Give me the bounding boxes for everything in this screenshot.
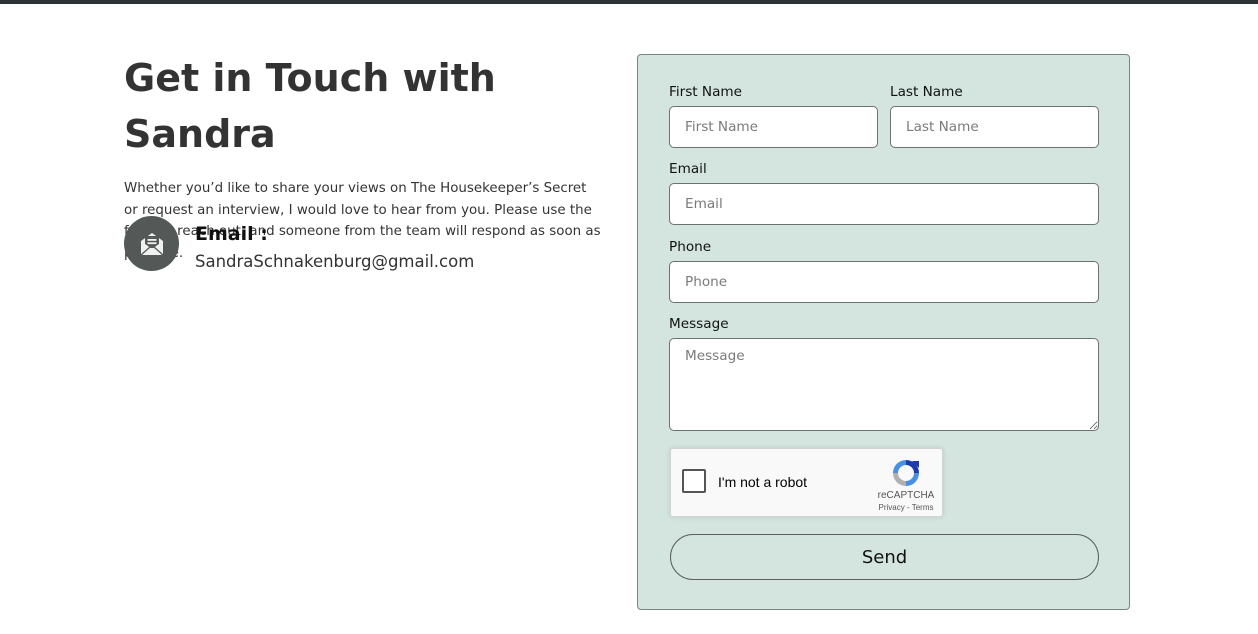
last-name-label: Last Name (890, 84, 963, 100)
send-button[interactable]: Send (670, 534, 1099, 580)
first-name-label: First Name (669, 84, 743, 100)
email-input[interactable] (669, 183, 1099, 225)
recaptcha-checkbox[interactable] (682, 469, 706, 493)
last-name-input[interactable] (890, 106, 1099, 148)
contact-form: First Name Last Name Email Phone Message… (637, 54, 1130, 610)
top-border (0, 0, 1258, 4)
page-title: Get in Touch with Sandra (124, 56, 496, 156)
email-address[interactable]: SandraSchnakenburg@gmail.com (195, 252, 474, 271)
recaptcha-text: I'm not a robot (718, 474, 808, 490)
message-label: Message (669, 316, 729, 332)
first-name-input[interactable] (669, 106, 878, 148)
open-envelope-icon (124, 216, 179, 271)
message-textarea[interactable] (669, 338, 1099, 431)
phone-input[interactable] (669, 261, 1099, 303)
email-field-label: Email (669, 161, 707, 177)
recaptcha-widget: I'm not a robot reCAPTCHA Privacy - Term… (670, 448, 943, 517)
email-label: Email : (195, 223, 268, 245)
email-contact: Email : SandraSchnakenburg@gmail.com (124, 216, 604, 276)
phone-label: Phone (669, 239, 712, 255)
recaptcha-brand: reCAPTCHA (877, 490, 935, 501)
recaptcha-privacy-terms-links[interactable]: Privacy - Terms (871, 503, 941, 512)
recaptcha-logo-icon (893, 460, 919, 486)
contact-info-section: Get in Touch with Sandra Whether you’d l… (124, 50, 614, 271)
